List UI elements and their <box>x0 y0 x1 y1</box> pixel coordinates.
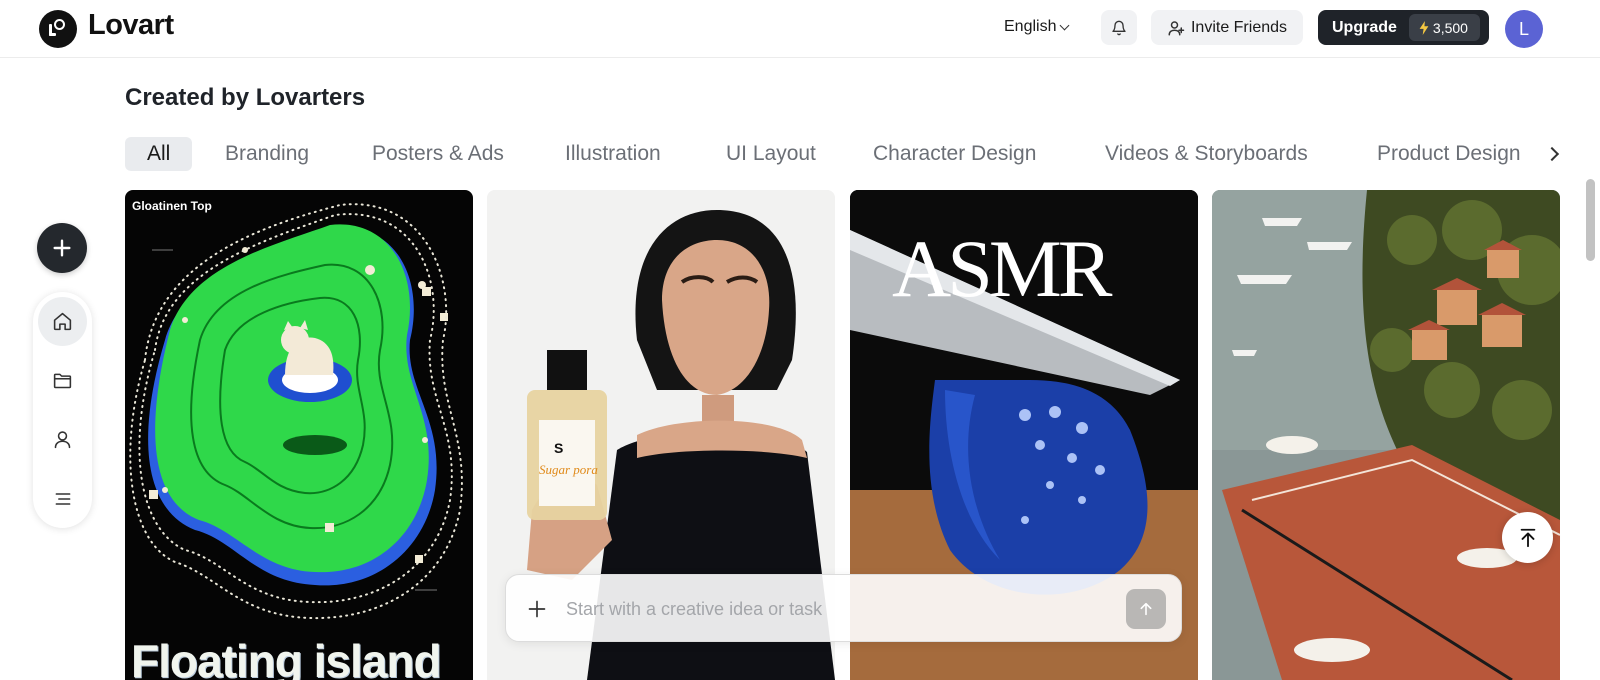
avatar[interactable]: L <box>1505 10 1543 48</box>
tab-videos-storyboards[interactable]: Videos & Storyboards <box>1105 137 1308 171</box>
send-button[interactable] <box>1126 589 1166 629</box>
language-label: English <box>1004 18 1057 35</box>
bottle-monogram: S <box>554 440 564 456</box>
tab-character-design[interactable]: Character Design <box>873 137 1036 171</box>
upgrade-button[interactable]: Upgrade 3,500 <box>1318 10 1489 45</box>
tab-ui-layout[interactable]: UI Layout <box>726 137 816 171</box>
card-label: Gloatinen Top <box>132 199 212 213</box>
nav-profile-button[interactable] <box>38 415 87 464</box>
menu-icon <box>55 492 70 505</box>
coastal-villa-artwork <box>1212 190 1560 680</box>
tab-branding[interactable]: Branding <box>225 137 309 171</box>
chevron-down-icon <box>1060 20 1070 30</box>
create-new-button[interactable] <box>37 223 87 273</box>
plus-icon <box>53 239 71 257</box>
home-icon <box>53 312 72 331</box>
top-header: Lovart English Invite Friends Upgrade 3,… <box>0 0 1600 58</box>
section-title: Created by Lovarters <box>125 84 366 111</box>
gallery-card-floating-island[interactable]: Gloatinen Top Floating island <box>125 190 473 680</box>
nav-home-button[interactable] <box>38 297 87 346</box>
invite-friends-button[interactable]: Invite Friends <box>1151 10 1303 45</box>
folder-icon <box>53 373 72 389</box>
prompt-input[interactable] <box>566 593 1086 625</box>
side-navigation <box>33 292 92 528</box>
nav-projects-button[interactable] <box>38 356 87 405</box>
floating-island-artwork <box>129 203 463 620</box>
bottle-brand: Sugar pora <box>539 462 598 477</box>
back-to-top-button[interactable] <box>1502 512 1553 563</box>
prompt-bar <box>505 574 1182 642</box>
gallery-card-coastal-villa[interactable] <box>1212 190 1560 680</box>
lightning-icon <box>1419 20 1429 35</box>
tab-product-design[interactable]: Product Design <box>1377 137 1521 171</box>
lovart-logo-icon[interactable] <box>39 10 77 48</box>
card-caption: ASMR <box>892 223 1112 314</box>
upgrade-label: Upgrade <box>1332 18 1397 36</box>
credits-count: 3,500 <box>1432 19 1468 36</box>
user-icon <box>54 431 71 449</box>
arrow-to-top-icon <box>1520 528 1535 547</box>
nav-menu-button[interactable] <box>38 474 87 523</box>
tab-posters-ads[interactable]: Posters & Ads <box>372 137 504 171</box>
brand-name[interactable]: Lovart <box>88 9 174 42</box>
tabs-next-chevron-icon[interactable] <box>1546 145 1560 163</box>
arrow-up-icon <box>1140 602 1152 616</box>
bell-icon <box>1112 20 1126 35</box>
invite-friends-label: Invite Friends <box>1190 18 1288 36</box>
attach-plus-icon[interactable] <box>527 599 547 619</box>
tab-illustration[interactable]: Illustration <box>565 137 661 171</box>
tab-all[interactable]: All <box>125 137 193 171</box>
add-user-icon <box>1168 20 1185 35</box>
notifications-button[interactable] <box>1101 10 1137 45</box>
category-tabs: All Branding Posters & Ads Illustration … <box>125 137 1541 171</box>
card-caption: Floating island <box>131 635 442 680</box>
credits-badge: 3,500 <box>1408 14 1480 41</box>
page-scrollbar[interactable] <box>1586 179 1595 261</box>
language-selector[interactable]: English <box>1004 18 1070 36</box>
